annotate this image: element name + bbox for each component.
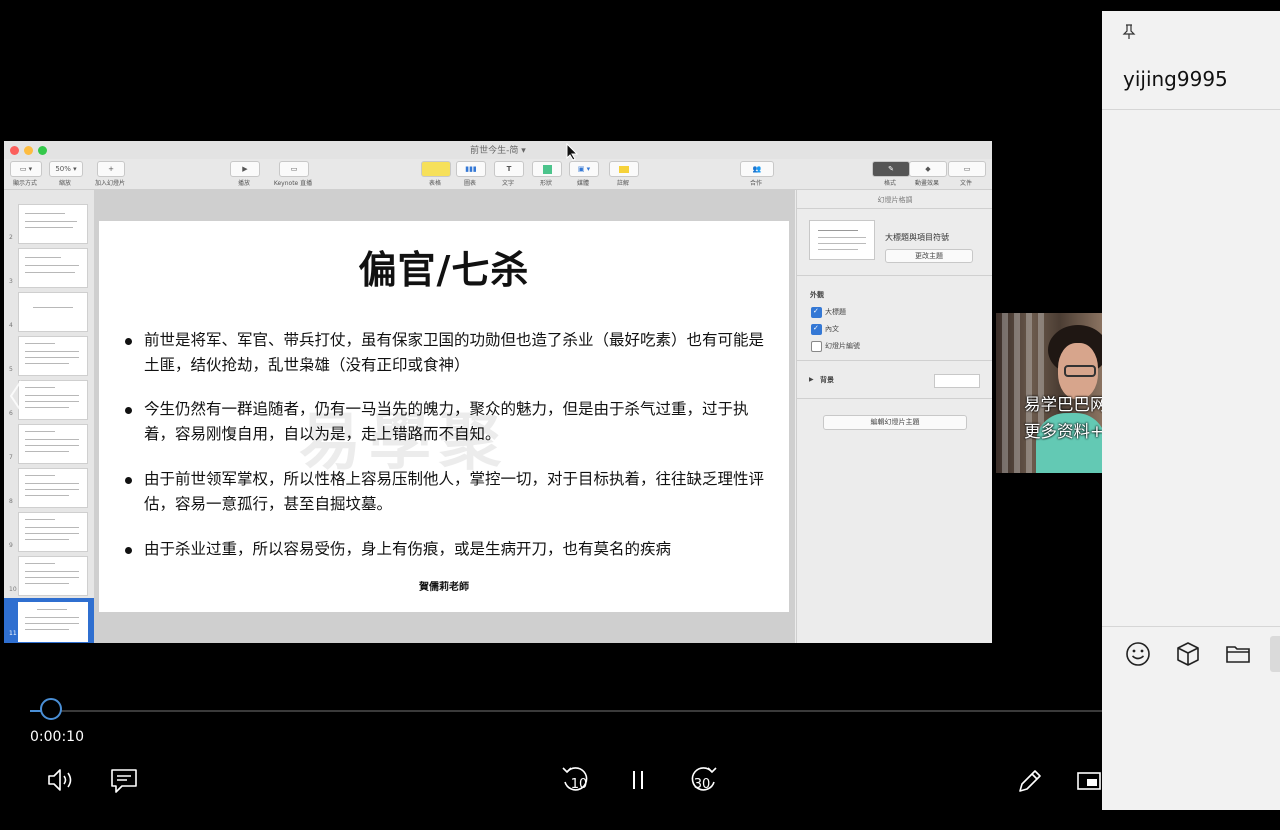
slide-number: 9 bbox=[9, 542, 13, 549]
slide-thumbnail[interactable] bbox=[18, 336, 88, 376]
background-label: 背景 bbox=[820, 376, 834, 384]
folder-icon[interactable] bbox=[1225, 641, 1251, 671]
slide-thumbnail[interactable] bbox=[18, 424, 88, 464]
animate-button[interactable]: ◆ bbox=[909, 161, 947, 177]
bullet-dot bbox=[125, 338, 132, 345]
layout-name: 大標題與項目符號 bbox=[885, 233, 949, 242]
slide-number: 11 bbox=[9, 630, 17, 637]
slide-number-checkbox-label: 幻燈片編號 bbox=[825, 342, 860, 350]
bullet-dot bbox=[125, 407, 132, 414]
volume-icon[interactable] bbox=[46, 766, 76, 798]
pin-icon[interactable] bbox=[1122, 24, 1136, 44]
previous-chevron-icon[interactable] bbox=[8, 378, 24, 414]
document-button[interactable]: ▭ bbox=[948, 161, 986, 177]
slide-thumbnail[interactable] bbox=[18, 204, 88, 244]
play-button[interactable]: ▶ bbox=[230, 161, 260, 177]
rewind-seconds: 10 bbox=[570, 777, 588, 792]
disclosure-triangle-icon[interactable]: ▶ bbox=[809, 376, 814, 383]
slide-navigator: 2 3 4 5 6 7 8 9 10 11 bbox=[4, 190, 95, 643]
bullet-text: 前世是将军、军官、带兵打仗，虽有保家卫国的功勋但也造了杀业（最好吃素）也有可能是… bbox=[144, 331, 765, 374]
slide-thumbnail[interactable] bbox=[18, 512, 88, 552]
username: yijing9995 bbox=[1123, 67, 1228, 91]
format-button[interactable]: ✎ bbox=[872, 161, 910, 177]
comment-button[interactable] bbox=[609, 161, 639, 177]
bullet-dot bbox=[125, 547, 132, 554]
slide-thumbnail[interactable] bbox=[18, 292, 88, 332]
comment-label: 註解 bbox=[616, 180, 629, 187]
current-time: 0:00:10 bbox=[30, 729, 84, 745]
edit-master-button[interactable]: 編輯幻燈片主題 bbox=[823, 415, 967, 430]
slide-number: 2 bbox=[9, 234, 13, 241]
slide-thumbnail-current[interactable] bbox=[18, 602, 88, 642]
collaborate-button[interactable]: 👥 bbox=[740, 161, 774, 177]
layout-preview[interactable] bbox=[809, 220, 875, 260]
text-button[interactable]: T bbox=[494, 161, 524, 177]
chart-button[interactable]: ▮▮▮ bbox=[456, 161, 486, 177]
seek-bar-thumb[interactable] bbox=[40, 698, 62, 720]
slide-number: 3 bbox=[9, 278, 13, 285]
chat-side-panel: yijing9995 bbox=[1102, 11, 1280, 810]
slide-number: 8 bbox=[9, 498, 13, 505]
document-label: 文件 bbox=[959, 180, 972, 187]
view-button[interactable]: ▭ ▾ bbox=[10, 161, 42, 177]
change-master-button[interactable]: 更改主題 bbox=[885, 249, 973, 263]
slide-number-checkbox[interactable] bbox=[811, 341, 822, 352]
body-checkbox-label: 內文 bbox=[825, 325, 839, 333]
bullet-text: 由于杀业过重，所以容易受伤，身上有伤痕，或是生病开刀，也有莫名的疾病 bbox=[144, 540, 672, 558]
mini-view-icon[interactable] bbox=[1076, 770, 1102, 796]
slide-number: 7 bbox=[9, 454, 13, 461]
zoom-select[interactable]: 50% ▾ bbox=[49, 161, 83, 177]
keynote-live-label: Keynote 直播 bbox=[273, 180, 313, 187]
keynote-toolbar: ▭ ▾ 顯示方式 50% ▾ 縮放 + 加入幻燈片 ▶ 播放 ▭ Keynote… bbox=[4, 159, 992, 190]
forward-30-button[interactable]: 30 bbox=[688, 764, 718, 796]
table-button[interactable] bbox=[421, 161, 451, 177]
add-slide-button[interactable]: + bbox=[97, 161, 125, 177]
slide-thumbnail[interactable] bbox=[18, 468, 88, 508]
slide-canvas: 易學聚 偏官/七杀 前世是将军、军官、带兵打仗，虽有保家卫国的功勋但也造了杀业（… bbox=[95, 190, 795, 643]
current-slide[interactable]: 易學聚 偏官/七杀 前世是将军、军官、带兵打仗，虽有保家卫国的功勋但也造了杀业（… bbox=[99, 221, 789, 612]
title-checkbox-label: 大標題 bbox=[825, 308, 846, 316]
selected-slide-highlight[interactable]: 11 bbox=[4, 598, 94, 643]
seek-bar-track[interactable] bbox=[38, 710, 1102, 712]
forward-seconds: 30 bbox=[693, 777, 711, 792]
partial-button[interactable] bbox=[1270, 636, 1280, 672]
slide-number: 4 bbox=[9, 322, 13, 329]
slide-title: 偏官/七杀 bbox=[358, 248, 530, 292]
subtitles-icon[interactable] bbox=[110, 767, 138, 799]
title-checkbox[interactable] bbox=[811, 307, 822, 318]
background-color-well[interactable] bbox=[934, 374, 980, 388]
emoji-icon[interactable] bbox=[1125, 641, 1151, 671]
appearance-label: 外觀 bbox=[810, 291, 824, 299]
window-title: 前世今生-简 ▾ bbox=[470, 146, 526, 156]
bullet-text: 由于前世领军掌权，所以性格上容易压制他人，掌控一切，对于目标执着，往往缺乏理性评… bbox=[144, 470, 765, 513]
collaborate-label: 合作 bbox=[749, 180, 762, 187]
inspector-header: 幻燈片格調 bbox=[877, 196, 913, 204]
keynote-live-button[interactable]: ▭ bbox=[279, 161, 309, 177]
slide-thumbnail[interactable] bbox=[18, 248, 88, 288]
window-titlebar: 前世今生-简 ▾ bbox=[4, 141, 992, 159]
shape-button[interactable] bbox=[532, 161, 562, 177]
keynote-window: 前世今生-简 ▾ ▭ ▾ 顯示方式 50% ▾ 縮放 + 加入幻燈片 ▶ 播放 … bbox=[4, 141, 992, 643]
slide-footer: 賀儒莉老師 bbox=[419, 582, 469, 593]
slide-thumbnail[interactable] bbox=[18, 556, 88, 596]
pause-button[interactable] bbox=[628, 768, 648, 796]
slide-thumbnail[interactable] bbox=[18, 380, 88, 420]
rewind-10-button[interactable]: 10 bbox=[561, 764, 591, 796]
body-checkbox[interactable] bbox=[811, 324, 822, 335]
slide-number: 5 bbox=[9, 366, 13, 373]
add-slide-label: 加入幻燈片 bbox=[94, 180, 125, 187]
format-inspector: 幻燈片格調 大標題與項目符號 更改主題 外觀 大標題 內文 幻燈片編號 ▶ 背景… bbox=[796, 190, 992, 643]
pen-icon[interactable] bbox=[1016, 767, 1044, 799]
slide-number: 10 bbox=[9, 586, 17, 593]
mouse-cursor-icon bbox=[566, 142, 579, 165]
bullet-text: 今生仍然有一群追随者，仍有一马当先的魄力，聚众的魅力，但是由于杀气过重，过于执着… bbox=[144, 400, 749, 443]
bullet-dot bbox=[125, 477, 132, 484]
package-icon[interactable] bbox=[1175, 641, 1201, 671]
